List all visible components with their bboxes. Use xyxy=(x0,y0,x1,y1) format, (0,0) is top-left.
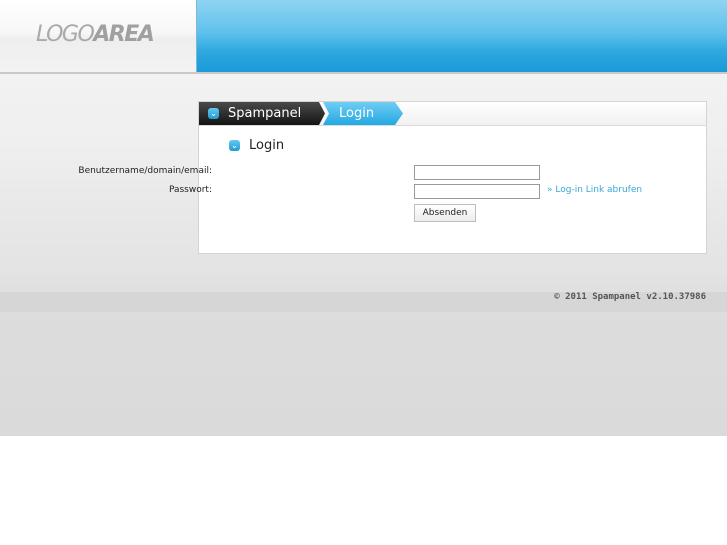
header: LOGOAREA xyxy=(0,0,727,74)
password-input[interactable] xyxy=(414,184,540,199)
username-label: Benutzername/domain/email: xyxy=(78,166,212,176)
header-banner xyxy=(196,0,727,72)
breadcrumb: ⌄ Spampanel Login xyxy=(199,102,706,126)
copyright-text: © 2011 Spampanel v2.10.37986 xyxy=(554,292,706,302)
username-input[interactable] xyxy=(414,165,540,180)
login-link-request[interactable]: » Log-in Link abrufen xyxy=(547,185,642,195)
section-title: Login xyxy=(249,138,285,153)
submit-button[interactable]: Absenden xyxy=(414,204,476,222)
chevron-down-icon: ⌄ xyxy=(208,108,219,119)
password-label: Passwort: xyxy=(168,185,212,195)
section-chevron-icon: ⌄ xyxy=(229,140,240,151)
logo[interactable]: LOGOAREA xyxy=(36,22,155,47)
breadcrumb-home-label[interactable]: Spampanel xyxy=(228,106,301,121)
logo-area: LOGOAREA xyxy=(0,0,196,73)
logo-text-light: LOGO xyxy=(36,22,95,47)
breadcrumb-current-label: Login xyxy=(339,106,375,121)
logo-text-bold: AREA xyxy=(93,22,155,47)
